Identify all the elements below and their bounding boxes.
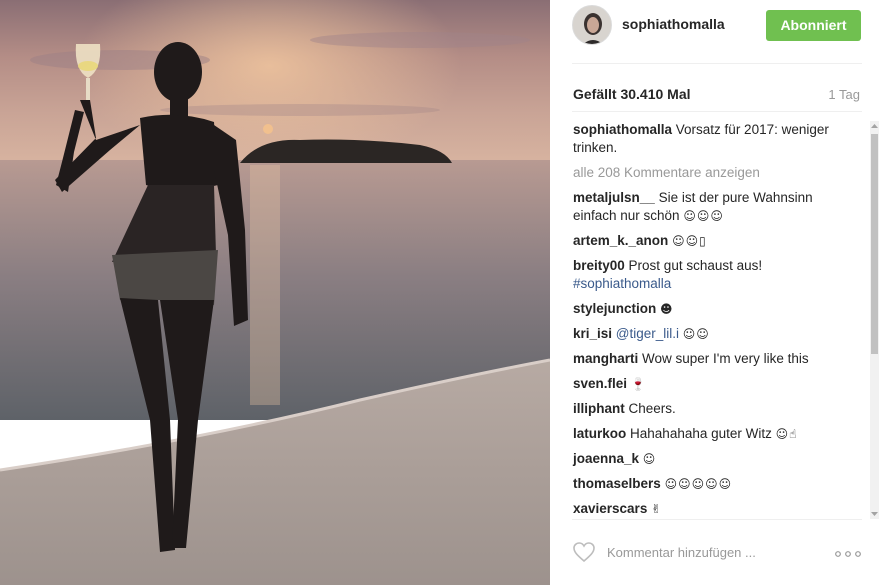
divider <box>572 519 862 520</box>
post-timestamp[interactable]: 1 Tag <box>828 87 860 102</box>
comment-item: breity00 Prost gut schaust aus! #sophiat… <box>573 257 858 293</box>
comment-item: xavierscars ✌ <box>573 500 858 518</box>
comment-text: Hahahahaha guter Witz <box>630 426 772 441</box>
comment-username[interactable]: sven.flei <box>573 376 627 391</box>
comment-username[interactable]: joaenna_k <box>573 451 639 466</box>
comment-text: Cheers. <box>628 401 676 416</box>
emoji-icon: ☺ <box>642 452 657 466</box>
profile-avatar[interactable] <box>572 5 612 45</box>
scroll-down-icon[interactable] <box>870 509 879 519</box>
comment-username[interactable]: breity00 <box>573 258 625 273</box>
wine-glass-icon: 🍷 <box>630 377 647 391</box>
emoji-icon: ☺☺☺☺☺ <box>664 477 733 491</box>
comment-item: joaenna_k ☺ <box>573 450 858 468</box>
comment-username[interactable]: stylejunction <box>573 301 656 316</box>
comments-list: sophiathomalla Vorsatz für 2017: weniger… <box>573 121 858 525</box>
avatar-image <box>573 6 611 44</box>
comment-item: sven.flei 🍷 <box>573 375 858 393</box>
comment-username[interactable]: mangharti <box>573 351 638 366</box>
comment-text: Wow super I'm very like this <box>642 351 809 366</box>
emoji-icon: ☺☝ <box>775 427 798 441</box>
divider <box>572 63 862 64</box>
heart-outline-icon[interactable] <box>572 541 596 563</box>
victory-hand-icon: ✌ <box>651 502 663 516</box>
comment-item: metaljulsn__ Sie ist der pure Wahnsinn e… <box>573 189 858 225</box>
following-button[interactable]: Abonniert <box>766 10 861 41</box>
more-options-icon[interactable] <box>835 551 861 557</box>
post-author-username[interactable]: sophiathomalla <box>622 16 725 32</box>
divider <box>572 111 862 112</box>
comment-item: mangharti Wow super I'm very like this <box>573 350 858 368</box>
comments-scrollbar[interactable] <box>870 121 879 519</box>
comment-item: kri_isi @tiger_lil.i ☺☺ <box>573 325 858 343</box>
sunset-beach-photo <box>0 0 550 585</box>
comment-username[interactable]: xavierscars <box>573 501 647 516</box>
comment-text: Prost gut schaust aus! <box>628 258 763 273</box>
comment-username[interactable]: laturkoo <box>573 426 626 441</box>
emoji-icon: ☺☺▯ <box>672 234 707 248</box>
mention-link[interactable]: @tiger_lil.i <box>616 326 679 341</box>
caption: sophiathomalla Vorsatz für 2017: weniger… <box>573 121 858 157</box>
likes-count[interactable]: Gefällt 30.410 Mal <box>573 86 691 102</box>
comment-username[interactable]: kri_isi <box>573 326 612 341</box>
post-header: sophiathomalla Abonniert <box>550 0 880 50</box>
scroll-up-icon[interactable] <box>870 121 879 131</box>
comment-username[interactable]: thomaselbers <box>573 476 661 491</box>
comment-username[interactable]: metaljulsn__ <box>573 190 655 205</box>
post-photo[interactable] <box>0 0 550 585</box>
comment-input[interactable] <box>607 542 807 562</box>
emoji-icon: ☺☺ <box>682 327 710 341</box>
comment-item: thomaselbers ☺☺☺☺☺ <box>573 475 858 493</box>
comment-item: laturkoo Hahahahaha guter Witz ☺☝ <box>573 425 858 443</box>
emoji-icon: ☺☺☺ <box>683 209 724 223</box>
scrollbar-thumb[interactable] <box>871 134 878 354</box>
emoji-icon: ☻ <box>660 302 674 316</box>
comment-username[interactable]: illiphant <box>573 401 625 416</box>
post-sidebar: sophiathomalla Abonniert Gefällt 30.410 … <box>550 0 880 585</box>
load-more-comments-link[interactable]: alle 208 Kommentare anzeigen <box>573 164 858 182</box>
comment-username[interactable]: artem_k._anon <box>573 233 668 248</box>
comment-item: stylejunction ☻ <box>573 300 858 318</box>
comment-item: artem_k._anon ☺☺▯ <box>573 232 858 250</box>
comment-username[interactable]: sophiathomalla <box>573 122 672 137</box>
comment-item: illiphant Cheers. <box>573 400 858 418</box>
hashtag-link[interactable]: #sophiathomalla <box>573 276 671 291</box>
